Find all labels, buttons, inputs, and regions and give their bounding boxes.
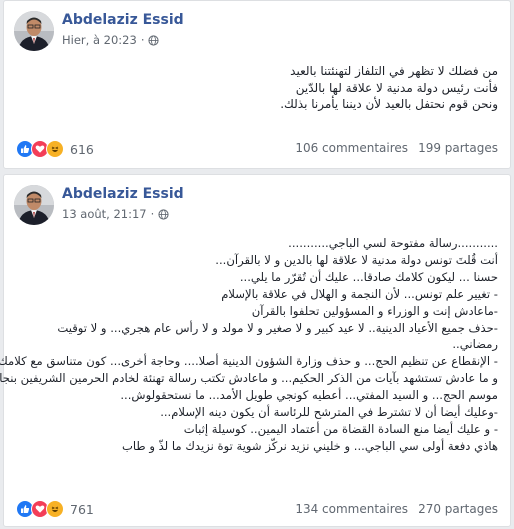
post-line: - الإنقطاع عن تنظيم الحج... و حذف وزارة … [0,354,498,369]
post-line: ونحن قوم نحتفل بالعيد لأن ديننا يأمرنا ب… [280,97,498,111]
shares-count-link[interactable]: 199 partages [418,141,498,155]
author-avatar[interactable] [14,11,54,51]
separator-dot: · [140,33,145,47]
post-card: Abdelaziz Essid Hier, à 20:23 · من فضلك … [3,0,511,169]
post-line: من فضلك لا تظهر في التلفاز لتهنئتنا بالع… [290,64,498,78]
post-timestamp[interactable]: Hier, à 20:23 [62,33,137,47]
post-line: -حذف جميع الأعياد الدينية.. لا عيد كبير … [57,320,498,335]
post-line: -وعليك أيضا أن لا تشترط في المترشح للرئا… [160,405,498,420]
haha-icon [46,500,64,518]
reaction-count: 761 [70,501,94,517]
avatar-image [14,11,54,51]
post-line: حسنا ... ليكون كلامك صادقا... عليك أن تُ… [239,269,498,284]
author-avatar[interactable] [14,185,54,225]
post-line: - تغيير علم تونس... لأن النجمة و الهلال … [221,286,498,301]
author-name[interactable]: Abdelaziz Essid [62,186,184,202]
author-name[interactable]: Abdelaziz Essid [62,12,184,28]
avatar-image [14,185,54,225]
post-body: ...........رسالة مفتوحة لسي الباجي......… [0,235,498,455]
post-meta: Hier, à 20:23 · [62,33,160,47]
comments-count-link[interactable]: 134 commentaires [295,502,408,516]
post-meta: 13 août, 21:17 · [62,207,169,221]
shares-count-link[interactable]: 270 partages [418,502,498,516]
post-line: -ماعادش إنت و الوزراء و المسؤولين تحلفوا… [251,303,498,318]
separator-dot: · [150,207,155,221]
post-card: Abdelaziz Essid 13 août, 21:17 · .......… [0,174,511,527]
post-line: موسم الحج... و السيد المفتي... أعطيه كون… [120,388,498,403]
reactions-summary[interactable]: 761 [16,500,94,518]
reactions-summary[interactable]: 616 [16,140,94,158]
reaction-count: 616 [70,141,94,157]
post-line: هاذي دفعة أولى سي الباجي... و خليني نزيد… [121,438,498,453]
comments-count-link[interactable]: 106 commentaires [295,141,408,155]
post-line: ...........رسالة مفتوحة لسي الباجي......… [288,236,498,250]
post-line: أنت قُلتَ تونس دولة مدنية لا علاقة لها ب… [215,252,498,267]
haha-icon [46,140,64,158]
post-timestamp[interactable]: 13 août, 21:17 [62,207,147,221]
post-line: فأنت رئيس دولة مدنية لا علاقة لها بالدّي… [295,80,498,95]
post-stats: 134 commentaires 270 partages [295,502,498,516]
globe-icon[interactable] [158,208,169,220]
post-line: رمضاني.. [452,337,498,352]
post-body: من فضلك لا تظهر في التلفاز لتهنئتنا بالع… [280,63,498,113]
globe-icon[interactable] [148,34,160,46]
post-line: - و عليك أيضا منع السادة القضاة من أعتما… [183,421,498,436]
post-stats: 106 commentaires 199 partages [295,141,498,155]
post-line: و ما عادش تستشهد بآيات من الذكر الحكيم..… [0,371,498,386]
